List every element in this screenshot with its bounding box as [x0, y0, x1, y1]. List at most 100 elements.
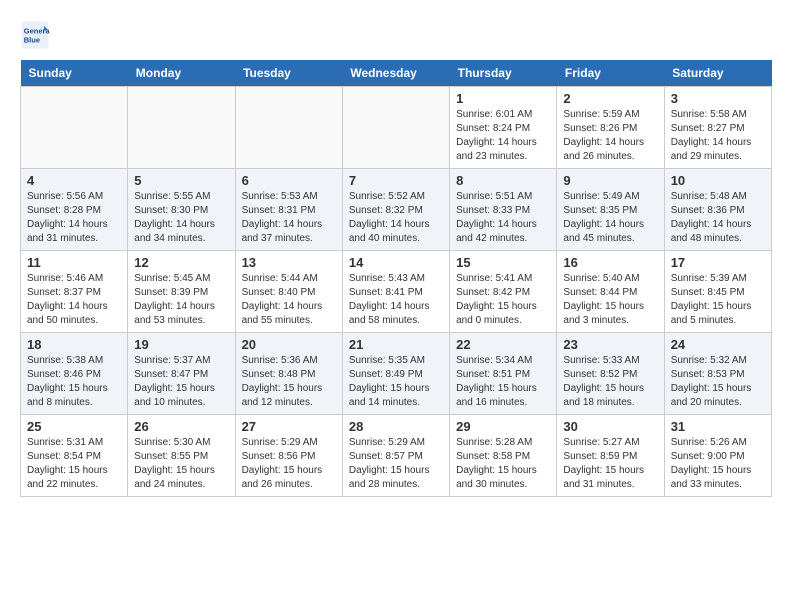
day-number: 6 — [242, 173, 336, 188]
day-number: 30 — [563, 419, 657, 434]
logo-icon: General Blue — [20, 20, 50, 50]
day-number: 14 — [349, 255, 443, 270]
day-info: Sunrise: 5:58 AMSunset: 8:27 PMDaylight:… — [671, 108, 765, 164]
day-info: Sunrise: 5:56 AMSunset: 8:28 PMDaylight:… — [27, 190, 121, 246]
calendar-cell — [128, 87, 235, 169]
calendar-cell: 3 Sunrise: 5:58 AMSunset: 8:27 PMDaylight… — [664, 87, 771, 169]
logo: General Blue — [20, 20, 54, 50]
day-number: 11 — [27, 255, 121, 270]
calendar-cell: 19 Sunrise: 5:37 AMSunset: 8:47 PMDayligh… — [128, 333, 235, 415]
calendar-cell — [235, 87, 342, 169]
day-info: Sunrise: 5:43 AMSunset: 8:41 PMDaylight:… — [349, 272, 443, 328]
calendar-cell: 25 Sunrise: 5:31 AMSunset: 8:54 PMDayligh… — [21, 415, 128, 497]
day-info: Sunrise: 6:01 AMSunset: 8:24 PMDaylight:… — [456, 108, 550, 164]
day-number: 26 — [134, 419, 228, 434]
weekday-header-wednesday: Wednesday — [342, 60, 449, 87]
calendar-cell: 31 Sunrise: 5:26 AMSunset: 9:00 PMDayligh… — [664, 415, 771, 497]
day-info: Sunrise: 5:30 AMSunset: 8:55 PMDaylight:… — [134, 436, 228, 492]
day-info: Sunrise: 5:52 AMSunset: 8:32 PMDaylight:… — [349, 190, 443, 246]
week-row-2: 4 Sunrise: 5:56 AMSunset: 8:28 PMDaylight… — [21, 169, 772, 251]
day-info: Sunrise: 5:36 AMSunset: 8:48 PMDaylight:… — [242, 354, 336, 410]
calendar-table: SundayMondayTuesdayWednesdayThursdayFrid… — [20, 60, 772, 497]
week-row-4: 18 Sunrise: 5:38 AMSunset: 8:46 PMDayligh… — [21, 333, 772, 415]
day-info: Sunrise: 5:44 AMSunset: 8:40 PMDaylight:… — [242, 272, 336, 328]
weekday-header-sunday: Sunday — [21, 60, 128, 87]
day-info: Sunrise: 5:35 AMSunset: 8:49 PMDaylight:… — [349, 354, 443, 410]
day-info: Sunrise: 5:37 AMSunset: 8:47 PMDaylight:… — [134, 354, 228, 410]
calendar-cell: 11 Sunrise: 5:46 AMSunset: 8:37 PMDayligh… — [21, 251, 128, 333]
day-number: 19 — [134, 337, 228, 352]
day-number: 27 — [242, 419, 336, 434]
page-header: General Blue — [20, 20, 772, 50]
day-number: 7 — [349, 173, 443, 188]
calendar-cell: 2 Sunrise: 5:59 AMSunset: 8:26 PMDaylight… — [557, 87, 664, 169]
day-number: 5 — [134, 173, 228, 188]
calendar-cell: 16 Sunrise: 5:40 AMSunset: 8:44 PMDayligh… — [557, 251, 664, 333]
calendar-cell: 24 Sunrise: 5:32 AMSunset: 8:53 PMDayligh… — [664, 333, 771, 415]
calendar-cell — [21, 87, 128, 169]
day-info: Sunrise: 5:29 AMSunset: 8:56 PMDaylight:… — [242, 436, 336, 492]
calendar-cell: 17 Sunrise: 5:39 AMSunset: 8:45 PMDayligh… — [664, 251, 771, 333]
day-info: Sunrise: 5:40 AMSunset: 8:44 PMDaylight:… — [563, 272, 657, 328]
day-number: 9 — [563, 173, 657, 188]
calendar-cell: 5Sunrise: 5:55 AMSunset: 8:30 PMDaylight… — [128, 169, 235, 251]
week-row-3: 11 Sunrise: 5:46 AMSunset: 8:37 PMDayligh… — [21, 251, 772, 333]
calendar-cell: 21 Sunrise: 5:35 AMSunset: 8:49 PMDayligh… — [342, 333, 449, 415]
calendar-cell: 15Sunrise: 5:41 AMSunset: 8:42 PMDayligh… — [450, 251, 557, 333]
day-number: 8 — [456, 173, 550, 188]
calendar-cell: 20 Sunrise: 5:36 AMSunset: 8:48 PMDayligh… — [235, 333, 342, 415]
calendar-cell: 10 Sunrise: 5:48 AMSunset: 8:36 PMDayligh… — [664, 169, 771, 251]
day-number: 2 — [563, 91, 657, 106]
day-info: Sunrise: 5:48 AMSunset: 8:36 PMDaylight:… — [671, 190, 765, 246]
weekday-header-monday: Monday — [128, 60, 235, 87]
calendar-cell: 4 Sunrise: 5:56 AMSunset: 8:28 PMDaylight… — [21, 169, 128, 251]
day-number: 18 — [27, 337, 121, 352]
svg-text:Blue: Blue — [24, 36, 40, 45]
day-number: 31 — [671, 419, 765, 434]
day-number: 4 — [27, 173, 121, 188]
weekday-header-thursday: Thursday — [450, 60, 557, 87]
calendar-cell — [342, 87, 449, 169]
week-row-1: 1Sunrise: 6:01 AMSunset: 8:24 PMDaylight… — [21, 87, 772, 169]
day-number: 24 — [671, 337, 765, 352]
weekday-header-saturday: Saturday — [664, 60, 771, 87]
svg-text:General: General — [24, 27, 50, 36]
weekday-header-tuesday: Tuesday — [235, 60, 342, 87]
day-info: Sunrise: 5:51 AMSunset: 8:33 PMDaylight:… — [456, 190, 550, 246]
day-number: 21 — [349, 337, 443, 352]
day-info: Sunrise: 5:32 AMSunset: 8:53 PMDaylight:… — [671, 354, 765, 410]
day-number: 23 — [563, 337, 657, 352]
day-info: Sunrise: 5:46 AMSunset: 8:37 PMDaylight:… — [27, 272, 121, 328]
day-info: Sunrise: 5:29 AMSunset: 8:57 PMDaylight:… — [349, 436, 443, 492]
calendar-cell: 7 Sunrise: 5:52 AMSunset: 8:32 PMDaylight… — [342, 169, 449, 251]
day-info: Sunrise: 5:39 AMSunset: 8:45 PMDaylight:… — [671, 272, 765, 328]
calendar-cell: 9Sunrise: 5:49 AMSunset: 8:35 PMDaylight… — [557, 169, 664, 251]
day-info: Sunrise: 5:31 AMSunset: 8:54 PMDaylight:… — [27, 436, 121, 492]
weekday-header-friday: Friday — [557, 60, 664, 87]
weekday-header-row: SundayMondayTuesdayWednesdayThursdayFrid… — [21, 60, 772, 87]
calendar-cell: 29Sunrise: 5:28 AMSunset: 8:58 PMDayligh… — [450, 415, 557, 497]
day-number: 20 — [242, 337, 336, 352]
calendar-cell: 30 Sunrise: 5:27 AMSunset: 8:59 PMDayligh… — [557, 415, 664, 497]
calendar-cell: 22Sunrise: 5:34 AMSunset: 8:51 PMDayligh… — [450, 333, 557, 415]
calendar-cell: 28 Sunrise: 5:29 AMSunset: 8:57 PMDayligh… — [342, 415, 449, 497]
calendar-cell: 26 Sunrise: 5:30 AMSunset: 8:55 PMDayligh… — [128, 415, 235, 497]
day-number: 28 — [349, 419, 443, 434]
day-info: Sunrise: 5:27 AMSunset: 8:59 PMDaylight:… — [563, 436, 657, 492]
day-info: Sunrise: 5:28 AMSunset: 8:58 PMDaylight:… — [456, 436, 550, 492]
day-number: 25 — [27, 419, 121, 434]
calendar-cell: 23Sunrise: 5:33 AMSunset: 8:52 PMDayligh… — [557, 333, 664, 415]
day-info: Sunrise: 5:26 AMSunset: 9:00 PMDaylight:… — [671, 436, 765, 492]
day-number: 16 — [563, 255, 657, 270]
day-number: 10 — [671, 173, 765, 188]
day-number: 3 — [671, 91, 765, 106]
day-number: 13 — [242, 255, 336, 270]
day-info: Sunrise: 5:38 AMSunset: 8:46 PMDaylight:… — [27, 354, 121, 410]
day-info: Sunrise: 5:59 AMSunset: 8:26 PMDaylight:… — [563, 108, 657, 164]
day-number: 17 — [671, 255, 765, 270]
day-info: Sunrise: 5:53 AMSunset: 8:31 PMDaylight:… — [242, 190, 336, 246]
calendar-cell: 6 Sunrise: 5:53 AMSunset: 8:31 PMDaylight… — [235, 169, 342, 251]
day-info: Sunrise: 5:41 AMSunset: 8:42 PMDaylight:… — [456, 272, 550, 328]
day-number: 22 — [456, 337, 550, 352]
calendar-cell: 18 Sunrise: 5:38 AMSunset: 8:46 PMDayligh… — [21, 333, 128, 415]
